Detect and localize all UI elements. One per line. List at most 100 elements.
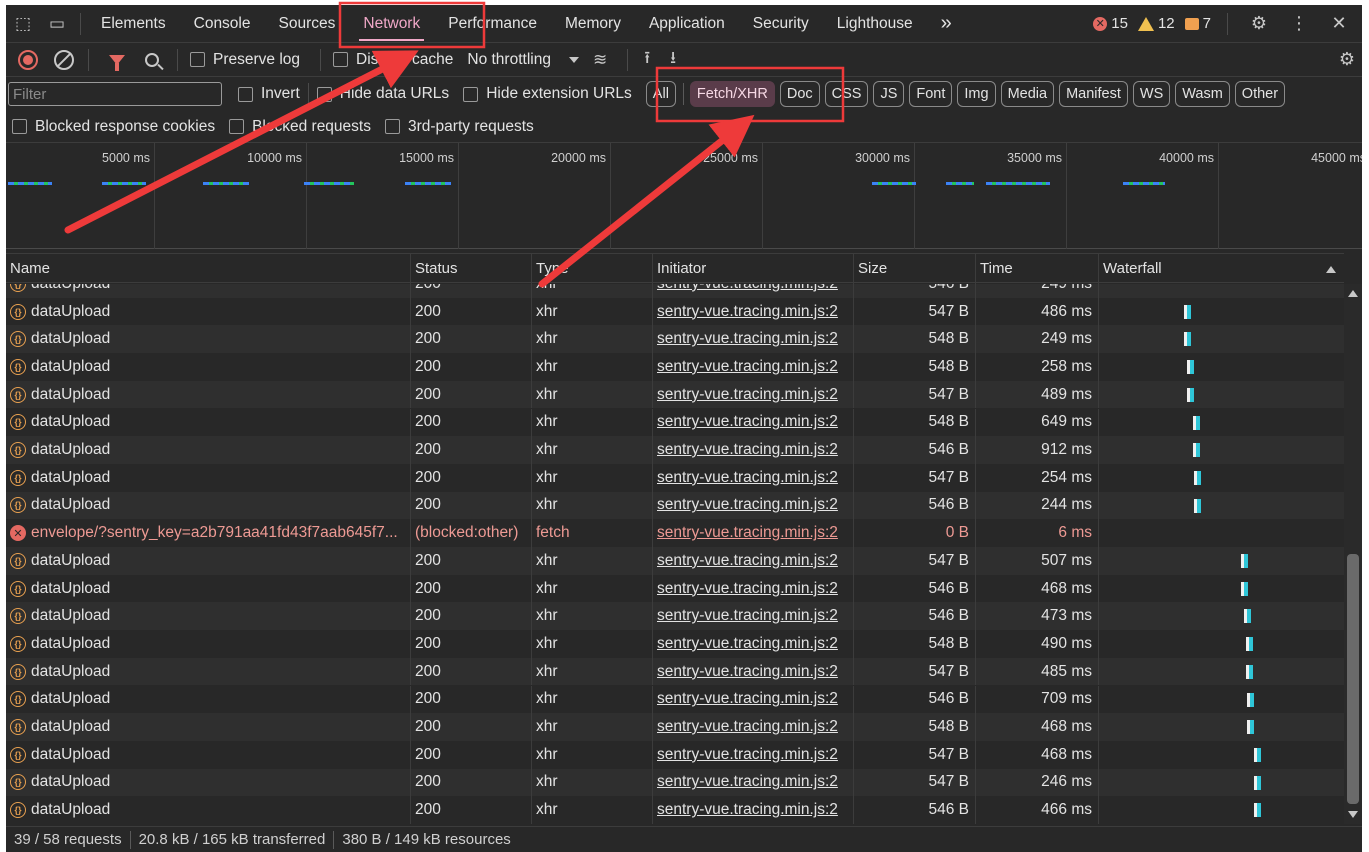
- filter-type-ws[interactable]: WS: [1132, 81, 1171, 107]
- table-row[interactable]: {} dataUpload 200 xhr sentry-vue.tracing.min…: [6, 796, 1344, 824]
- initiator-link[interactable]: sentry-vue.tracing.min.js:2: [657, 303, 838, 321]
- initiator-link[interactable]: sentry-vue.tracing.min.js:2: [657, 441, 838, 459]
- tab-security[interactable]: Security: [739, 5, 823, 43]
- request-initiator[interactable]: sentry-vue.tracing.min.js:2: [653, 380, 854, 409]
- tab-performance[interactable]: Performance: [434, 5, 551, 43]
- request-initiator[interactable]: sentry-vue.tracing.min.js:2: [653, 768, 854, 797]
- initiator-link[interactable]: sentry-vue.tracing.min.js:2: [657, 746, 838, 764]
- column-header-type[interactable]: Type: [532, 254, 653, 284]
- request-initiator[interactable]: sentry-vue.tracing.min.js:2: [653, 740, 854, 769]
- request-initiator[interactable]: sentry-vue.tracing.min.js:2: [653, 796, 854, 824]
- table-row[interactable]: {} dataUpload 200 xhr sentry-vue.tracing.min…: [6, 574, 1344, 603]
- scrollbar-thumb[interactable]: [1347, 554, 1359, 804]
- request-initiator[interactable]: sentry-vue.tracing.min.js:2: [653, 284, 854, 298]
- request-initiator[interactable]: sentry-vue.tracing.min.js:2: [653, 436, 854, 464]
- filter-funnel-icon[interactable]: [109, 54, 125, 71]
- more-options-icon[interactable]: ⋮: [1284, 9, 1314, 39]
- network-settings-gear-icon[interactable]: ⚙: [1332, 45, 1362, 75]
- request-initiator[interactable]: sentry-vue.tracing.min.js:2: [653, 602, 854, 631]
- initiator-link[interactable]: sentry-vue.tracing.min.js:2: [657, 524, 838, 542]
- import-har-icon[interactable]: ⭱: [644, 45, 650, 74]
- filter-type-all[interactable]: All: [645, 81, 676, 107]
- third-party-requests-checkbox[interactable]: 3rd-party requests: [384, 118, 534, 136]
- scroll-down-arrow-icon[interactable]: [1348, 811, 1358, 818]
- column-header-status[interactable]: Status: [411, 254, 532, 284]
- request-initiator[interactable]: sentry-vue.tracing.min.js:2: [653, 547, 854, 575]
- more-tabs-button[interactable]: »: [927, 5, 966, 43]
- table-row[interactable]: {} dataUpload 200 xhr sentry-vue.tracing.min…: [6, 436, 1344, 464]
- tab-network[interactable]: Network: [349, 5, 434, 43]
- disable-cache-checkbox[interactable]: Disable cache: [333, 51, 453, 69]
- filter-type-img[interactable]: Img: [957, 81, 996, 107]
- table-row[interactable]: {} dataUpload 200 xhr sentry-vue.tracing.min…: [6, 463, 1344, 492]
- hide-extension-urls-checkbox[interactable]: Hide extension URLs: [463, 85, 632, 103]
- column-header-size[interactable]: Size: [854, 254, 976, 284]
- initiator-link[interactable]: sentry-vue.tracing.min.js:2: [657, 635, 838, 653]
- table-row[interactable]: {} dataUpload 200 xhr sentry-vue.tracing.min…: [6, 740, 1344, 769]
- info-counter[interactable]: 7: [1184, 15, 1211, 32]
- initiator-link[interactable]: sentry-vue.tracing.min.js:2: [657, 552, 838, 570]
- request-initiator[interactable]: sentry-vue.tracing.min.js:2: [653, 297, 854, 326]
- tab-elements[interactable]: Elements: [87, 5, 180, 43]
- request-initiator[interactable]: sentry-vue.tracing.min.js:2: [653, 713, 854, 741]
- initiator-link[interactable]: sentry-vue.tracing.min.js:2: [657, 773, 838, 791]
- column-header-time[interactable]: Time: [976, 254, 1099, 284]
- request-initiator[interactable]: sentry-vue.tracing.min.js:2: [653, 353, 854, 381]
- request-initiator[interactable]: sentry-vue.tracing.min.js:2: [653, 463, 854, 492]
- table-row[interactable]: {} dataUpload 200 xhr sentry-vue.tracing.min…: [6, 491, 1344, 520]
- request-initiator[interactable]: sentry-vue.tracing.min.js:2: [653, 519, 854, 547]
- filter-type-other[interactable]: Other: [1234, 81, 1286, 107]
- tab-memory[interactable]: Memory: [551, 5, 635, 43]
- filter-type-css[interactable]: CSS: [824, 81, 869, 107]
- initiator-link[interactable]: sentry-vue.tracing.min.js:2: [657, 663, 838, 681]
- request-initiator[interactable]: sentry-vue.tracing.min.js:2: [653, 685, 854, 714]
- tab-sources[interactable]: Sources: [265, 5, 350, 43]
- table-row[interactable]: {} dataUpload 200 xhr sentry-vue.tracing.min…: [6, 602, 1344, 631]
- initiator-link[interactable]: sentry-vue.tracing.min.js:2: [657, 690, 838, 708]
- table-row[interactable]: {} dataUpload 200 xhr sentry-vue.tracing.min…: [6, 547, 1344, 575]
- request-initiator[interactable]: sentry-vue.tracing.min.js:2: [653, 408, 854, 437]
- column-header-name[interactable]: Name: [6, 254, 411, 284]
- device-toolbar-icon[interactable]: ▭: [40, 5, 74, 43]
- initiator-link[interactable]: sentry-vue.tracing.min.js:2: [657, 469, 838, 487]
- table-row[interactable]: {} dataUpload 200 xhr sentry-vue.tracing.min…: [6, 630, 1344, 658]
- initiator-link[interactable]: sentry-vue.tracing.min.js:2: [657, 386, 838, 404]
- column-header-waterfall[interactable]: Waterfall: [1099, 254, 1344, 284]
- table-row[interactable]: {} dataUpload 200 xhr sentry-vue.tracing.min…: [6, 685, 1344, 714]
- throttling-select[interactable]: No throttling: [467, 51, 593, 69]
- request-initiator[interactable]: sentry-vue.tracing.min.js:2: [653, 325, 854, 354]
- initiator-link[interactable]: sentry-vue.tracing.min.js:2: [657, 358, 838, 376]
- hide-data-urls-checkbox[interactable]: Hide data URLs: [316, 85, 449, 103]
- table-row[interactable]: {} dataUpload 200 xhr sentry-vue.tracing.min…: [6, 325, 1344, 354]
- table-row[interactable]: {} dataUpload 200 xhr sentry-vue.tracing.min…: [6, 297, 1344, 326]
- column-header-initiator[interactable]: Initiator: [653, 254, 854, 284]
- search-icon[interactable]: [145, 52, 159, 67]
- table-row[interactable]: {} dataUpload 200 xhr sentry-vue.tracing.min…: [6, 713, 1344, 741]
- filter-type-font[interactable]: Font: [909, 81, 953, 107]
- inspect-element-icon[interactable]: ⬚: [6, 5, 40, 43]
- filter-type-media[interactable]: Media: [1000, 81, 1055, 107]
- initiator-link[interactable]: sentry-vue.tracing.min.js:2: [657, 413, 838, 431]
- blocked-requests-checkbox[interactable]: Blocked requests: [229, 118, 371, 136]
- table-row[interactable]: ✕ envelope/?sentry_key=a2b791aa41fd43f7aa…: [6, 519, 1344, 547]
- errors-counter[interactable]: ✕ 15: [1093, 15, 1128, 32]
- warnings-counter[interactable]: 12: [1137, 15, 1175, 32]
- clear-icon[interactable]: [54, 49, 74, 70]
- table-row[interactable]: {} dataUpload 200 xhr sentry-vue.tracing.min…: [6, 353, 1344, 381]
- initiator-link[interactable]: sentry-vue.tracing.min.js:2: [657, 580, 838, 598]
- preserve-log-checkbox[interactable]: Preserve log: [190, 51, 300, 69]
- initiator-link[interactable]: sentry-vue.tracing.min.js:2: [657, 801, 838, 819]
- table-row[interactable]: {}dataUpload 200 xhr sentry-vue.tracing.…: [6, 284, 1344, 298]
- filter-type-doc[interactable]: Doc: [779, 81, 820, 107]
- record-stop-icon[interactable]: [18, 49, 38, 70]
- initiator-link[interactable]: sentry-vue.tracing.min.js:2: [657, 496, 838, 514]
- network-conditions-icon[interactable]: ≋: [593, 50, 607, 70]
- invert-checkbox[interactable]: Invert: [238, 85, 300, 103]
- table-row[interactable]: {} dataUpload 200 xhr sentry-vue.tracing.min…: [6, 408, 1344, 437]
- request-initiator[interactable]: sentry-vue.tracing.min.js:2: [653, 657, 854, 686]
- table-row[interactable]: {} dataUpload 200 xhr sentry-vue.tracing.min…: [6, 380, 1344, 409]
- table-scrollbar[interactable]: [1344, 284, 1362, 824]
- close-icon[interactable]: ✕: [1324, 9, 1354, 39]
- filter-type-manifest[interactable]: Manifest: [1059, 81, 1128, 107]
- scroll-up-arrow-icon[interactable]: [1348, 290, 1358, 297]
